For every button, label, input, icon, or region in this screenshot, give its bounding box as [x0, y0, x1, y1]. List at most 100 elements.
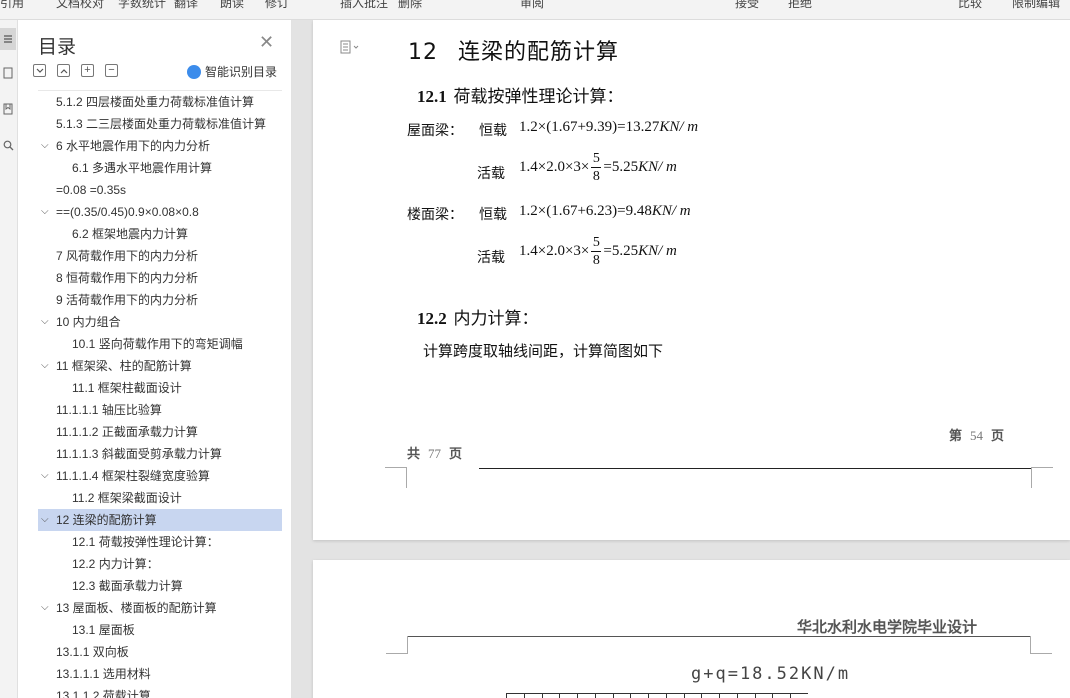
toc-item-label: 6 水平地震作用下的内力分析 [56, 139, 211, 153]
chevron-down-icon[interactable]: ⌵ [41, 311, 51, 333]
page-number-current: 第 54 页 [949, 428, 1005, 443]
toc-item[interactable]: ⌵ 10 内力组合 [38, 311, 282, 333]
close-icon[interactable]: ✕ [259, 33, 274, 51]
smart-toc-button[interactable]: 智能识别目录 [187, 63, 277, 80]
document-page: 12 连梁的配筋计算 12.1 荷载按弹性理论计算： 屋面梁： 恒载 1.2×(1… [313, 20, 1070, 540]
dead-load-label: 恒载 [479, 122, 507, 138]
toc-item[interactable]: =0.08 =0.35s [38, 179, 282, 201]
chevron-down-icon[interactable]: ⌵ [41, 465, 51, 487]
toolbar-item[interactable]: 文档校对 [56, 0, 104, 11]
pages-icon[interactable] [0, 62, 16, 84]
toolbar-item[interactable]: 插入批注 [340, 0, 388, 11]
toc-item-label: 13 屋面板、楼面板的配筋计算 [56, 601, 217, 615]
toc-item[interactable]: ⌵ 11 框架梁、柱的配筋计算 [38, 355, 282, 377]
margin-corner-mark [385, 467, 407, 468]
floor-live-formula: 1.4×2.0×3× 58 =5.25 KN / m [519, 235, 677, 268]
floor-beam-label: 楼面梁： [407, 206, 463, 222]
chevron-down-icon[interactable]: ⌵ [41, 201, 51, 223]
toc-item[interactable]: 13.1 屋面板 [38, 619, 282, 641]
header-rule [408, 636, 1030, 637]
live-load-label: 活载 [477, 249, 505, 265]
live-load-label: 活载 [477, 165, 505, 181]
toc-item[interactable]: 11.2 框架梁截面设计 [38, 487, 282, 509]
toc-item-selected[interactable]: ⌵ 12 连梁的配筋计算 [38, 509, 282, 531]
toc-item[interactable]: 11.1.1.1 轴压比验算 [38, 399, 282, 421]
roof-live-formula: 1.4×2.0×3× 58 =5.25 KN / m [519, 151, 677, 184]
toc-item-label: 11 框架梁、柱的配筋计算 [56, 359, 192, 373]
toc-item[interactable]: 7 风荷载作用下的内力分析 [38, 245, 282, 267]
toolbar-item[interactable]: 修订 [265, 0, 289, 11]
outline-icon[interactable] [0, 28, 16, 50]
roof-dead-formula: 1.2×(1.67+9.39)=13.27 KN / m [519, 119, 699, 135]
toc-item[interactable]: ⌵ 13 屋面板、楼面板的配筋计算 [38, 597, 282, 619]
top-toolbar: 引用 文档校对 字数统计 翻译 朗读 修订 插入批注 删除 审阅 接受 拒绝 比… [0, 0, 1070, 20]
toc-panel: 目录 ✕ + − 智能识别目录 5.1.2 四层楼面处重力荷载标准值计算 5.1… [18, 20, 292, 698]
toc-list: 5.1.2 四层楼面处重力荷载标准值计算 5.1.3 二三层楼面处重力荷载标准值… [38, 90, 282, 698]
toc-item[interactable]: 9 活荷载作用下的内力分析 [38, 289, 282, 311]
toc-item[interactable]: 5.1.3 二三层楼面处重力荷载标准值计算 [38, 113, 282, 135]
toolbar-item[interactable]: 审阅 [520, 0, 544, 11]
toc-item[interactable]: 13.1.1 双向板 [38, 641, 282, 663]
toolbar-item[interactable]: 字数统计 [118, 0, 166, 11]
toc-title: 目录 [38, 37, 77, 58]
toc-item-label: 12 连梁的配筋计算 [56, 513, 157, 527]
margin-corner-mark [1030, 653, 1052, 654]
toc-toolbar: + − [33, 64, 118, 80]
toolbar-item[interactable]: 比较 [958, 0, 982, 11]
toc-item[interactable]: 11.1.1.3 斜截面受剪承载力计算 [38, 443, 282, 465]
margin-corner-mark [386, 653, 408, 654]
toc-item-label: 10 内力组合 [56, 315, 121, 329]
document-area: 12 连梁的配筋计算 12.1 荷载按弹性理论计算： 屋面梁： 恒载 1.2×(1… [292, 20, 1070, 698]
toolbar-item[interactable]: 翻译 [174, 0, 198, 11]
chevron-down-icon[interactable]: ⌵ [41, 509, 51, 531]
toc-item[interactable]: 12.2 内力计算： [38, 553, 282, 575]
chevron-down-icon[interactable]: ⌵ [41, 135, 51, 157]
chevron-down-icon[interactable]: ⌵ [41, 597, 51, 619]
heading-12-1: 12.1 荷载按弹性理论计算： [417, 87, 624, 106]
bookmark-icon[interactable] [0, 98, 16, 120]
heading-12-2: 12.2 内力计算： [417, 309, 539, 328]
toc-item[interactable]: ⌵ 6 水平地震作用下的内力分析 [38, 135, 282, 157]
toc-item[interactable]: 12.3 截面承载力计算 [38, 575, 282, 597]
expand-all-icon[interactable] [57, 64, 70, 77]
page-header: 华北水利水电学院毕业设计 [797, 620, 978, 636]
add-heading-icon[interactable]: + [81, 64, 94, 77]
toc-item[interactable]: 13.1.1.1 选用材料 [38, 663, 282, 685]
toolbar-item[interactable]: 限制编辑 [1012, 0, 1060, 11]
chevron-down-icon[interactable]: ⌵ [41, 355, 51, 377]
margin-corner-mark [385, 468, 407, 488]
toolbar-item[interactable]: 拒绝 [788, 0, 812, 11]
body-paragraph: 计算跨度取轴线间距，计算简图如下 [423, 343, 664, 360]
toc-item[interactable]: 6.1 多遇水平地震作用计算 [38, 157, 282, 179]
load-diagram [506, 693, 808, 698]
document-menu-icon[interactable] [340, 40, 360, 57]
toolbar-item[interactable]: 删除 [398, 0, 422, 11]
toc-item[interactable]: ⌵ ==(0.35/0.45)0.9×0.08×0.8 [38, 201, 282, 223]
footer-rule [479, 468, 1031, 469]
dead-load-label: 恒载 [479, 206, 507, 222]
margin-corner-mark [1030, 636, 1052, 654]
side-icon-rail [0, 20, 18, 698]
toc-item[interactable]: 11.1.1.2 正截面承载力计算 [38, 421, 282, 443]
toc-item[interactable]: 8 恒荷载作用下的内力分析 [38, 267, 282, 289]
roof-beam-label: 屋面梁： [407, 122, 463, 138]
toc-item[interactable]: ⌵ 11.1.1.4 框架柱裂缝宽度验算 [38, 465, 282, 487]
toc-item[interactable]: 11.1 框架柱截面设计 [38, 377, 282, 399]
toc-item[interactable]: 5.1.2 四层楼面处重力荷载标准值计算 [38, 91, 282, 113]
margin-corner-mark [386, 636, 408, 654]
floor-dead-formula: 1.2×(1.67+6.23)=9.48 KN / m [519, 203, 691, 219]
search-icon[interactable] [0, 134, 16, 156]
toolbar-item[interactable]: 接受 [735, 0, 759, 11]
toolbar-item[interactable]: 朗读 [220, 0, 244, 11]
collapse-all-icon[interactable] [33, 64, 46, 77]
toc-item[interactable]: 12.1 荷载按弹性理论计算： [38, 531, 282, 553]
toc-item-label: ==(0.35/0.45)0.9×0.08×0.8 [56, 205, 199, 219]
smart-toc-icon [187, 64, 201, 79]
toc-item[interactable]: 6.2 框架地震内力计算 [38, 223, 282, 245]
remove-heading-icon[interactable]: − [105, 64, 118, 77]
margin-corner-mark [1031, 468, 1053, 488]
toolbar-item[interactable]: 引用 [0, 0, 24, 11]
toc-item[interactable]: 13.1.1.2 荷载计算 [38, 685, 282, 698]
toc-item-label: 11.1.1.4 框架柱裂缝宽度验算 [56, 469, 210, 483]
toc-item[interactable]: 10.1 竖向荷载作用下的弯矩调幅 [38, 333, 282, 355]
